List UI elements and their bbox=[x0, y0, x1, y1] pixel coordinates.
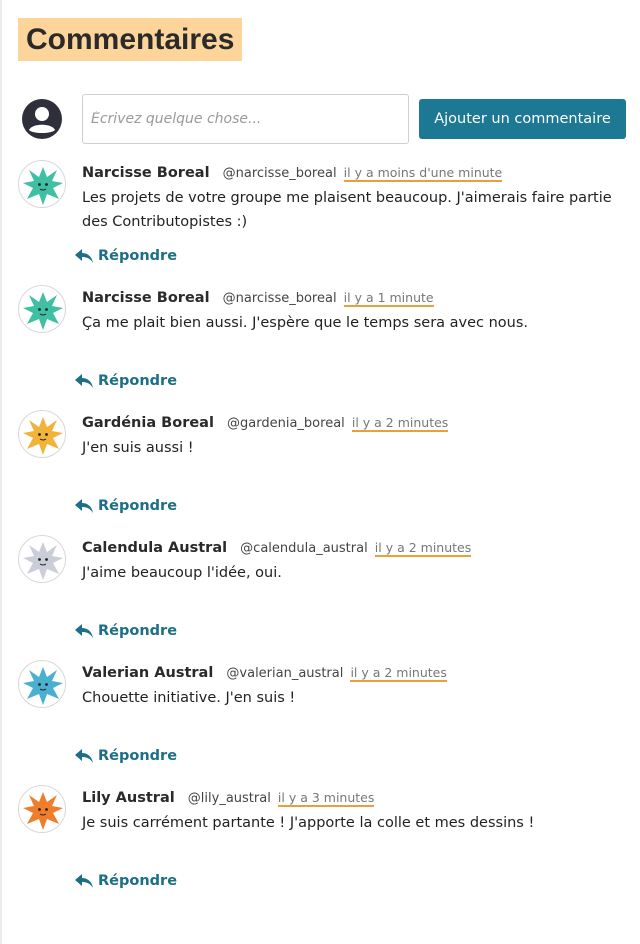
comment-item: Narcisse Boreal @narcisse_boreal il y a … bbox=[18, 285, 628, 395]
reply-arrow-icon bbox=[75, 374, 93, 388]
comment-author: Gardénia Boreal bbox=[82, 415, 214, 431]
comment-body: Je suis carrément partante ! J'apporte l… bbox=[82, 815, 535, 831]
comment-handle: @valerian_austral bbox=[226, 666, 344, 681]
reply-arrow-icon bbox=[75, 249, 93, 263]
comment-body: J'en suis aussi ! bbox=[82, 440, 194, 456]
comment-body: Chouette initiative. J'en suis ! bbox=[82, 690, 296, 706]
reply-label: Répondre bbox=[98, 248, 178, 264]
comment-item: Valerian Austral @valerian_austral il y … bbox=[18, 660, 628, 770]
comment-timestamp[interactable]: il y a 1 minute bbox=[343, 290, 434, 307]
comment-author: Calendula Austral bbox=[82, 540, 228, 556]
reply-label: Répondre bbox=[98, 873, 178, 889]
comment-header: Narcisse Boreal @narcisse_boreal il y a … bbox=[82, 162, 503, 184]
reply-label: Répondre bbox=[98, 623, 178, 639]
comment-header: Narcisse Boreal @narcisse_boreal il y a … bbox=[82, 287, 434, 309]
user-avatar-icon bbox=[22, 99, 62, 139]
comment-author: Narcisse Boreal bbox=[82, 165, 210, 181]
comment-timestamp[interactable]: il y a 3 minutes bbox=[277, 790, 375, 807]
page-left-border bbox=[0, 0, 2, 944]
reply-arrow-icon bbox=[75, 624, 93, 638]
comment-handle: @calendula_austral bbox=[240, 541, 368, 556]
comment-input[interactable] bbox=[82, 94, 409, 144]
reply-button[interactable]: Répondre bbox=[74, 369, 177, 393]
comment-body: Ça me plait bien aussi. J'espère que le … bbox=[82, 315, 529, 331]
teal-creature-avatar bbox=[18, 285, 66, 333]
reply-arrow-icon bbox=[75, 499, 93, 513]
comment-item: Gardénia Boreal @gardenia_boreal il y a … bbox=[18, 410, 628, 520]
reply-button[interactable]: Répondre bbox=[74, 494, 177, 518]
blue-creature-avatar bbox=[18, 660, 66, 708]
reply-button[interactable]: Répondre bbox=[74, 744, 177, 768]
page-title: Commentaires bbox=[18, 18, 243, 61]
comment-item: Lily Austral @lily_austral il y a 3 minu… bbox=[18, 785, 628, 895]
comment-handle: @narcisse_boreal bbox=[222, 291, 337, 306]
comment-author: Valerian Austral bbox=[82, 665, 214, 681]
comment-handle: @lily_austral bbox=[187, 791, 271, 806]
comment-handle: @narcisse_boreal bbox=[222, 166, 337, 181]
comment-body: Les projets de votre groupe me plaisent … bbox=[82, 190, 612, 230]
comment-header: Lily Austral @lily_austral il y a 3 minu… bbox=[82, 787, 375, 809]
comment-author: Lily Austral bbox=[82, 790, 175, 806]
reply-button[interactable]: Répondre bbox=[74, 619, 177, 643]
comment-handle: @gardenia_boreal bbox=[227, 416, 345, 431]
reply-arrow-icon bbox=[75, 874, 93, 888]
comment-header: Gardénia Boreal @gardenia_boreal il y a … bbox=[82, 412, 449, 434]
comment-item: Calendula Austral @calendula_austral il … bbox=[18, 535, 628, 645]
comment-header: Valerian Austral @valerian_austral il y … bbox=[82, 662, 447, 684]
add-comment-button[interactable]: Ajouter un commentaire bbox=[419, 99, 626, 139]
reply-button[interactable]: Répondre bbox=[74, 869, 177, 893]
comment-body: J'aime beaucoup l'idée, oui. bbox=[82, 565, 282, 581]
reply-label: Répondre bbox=[98, 498, 178, 514]
reply-arrow-icon bbox=[75, 749, 93, 763]
comment-timestamp[interactable]: il y a 2 minutes bbox=[350, 665, 447, 682]
reply-label: Répondre bbox=[98, 373, 178, 389]
comment-composer: Ajouter un commentaire bbox=[18, 94, 628, 144]
comment-timestamp[interactable]: il y a 2 minutes bbox=[351, 415, 449, 432]
orange-creature-avatar bbox=[18, 785, 66, 833]
comment-timestamp[interactable]: il y a moins d'une minute bbox=[343, 165, 503, 182]
comment-timestamp[interactable]: il y a 2 minutes bbox=[374, 540, 472, 557]
grey-creature-avatar bbox=[18, 535, 66, 583]
comment-item: Narcisse Boreal @narcisse_boreal il y a … bbox=[18, 160, 628, 270]
teal-creature-avatar bbox=[18, 160, 66, 208]
comment-header: Calendula Austral @calendula_austral il … bbox=[82, 537, 472, 559]
reply-label: Répondre bbox=[98, 748, 178, 764]
yellow-creature-avatar bbox=[18, 410, 66, 458]
comment-author: Narcisse Boreal bbox=[82, 290, 210, 306]
reply-button[interactable]: Répondre bbox=[74, 244, 177, 268]
